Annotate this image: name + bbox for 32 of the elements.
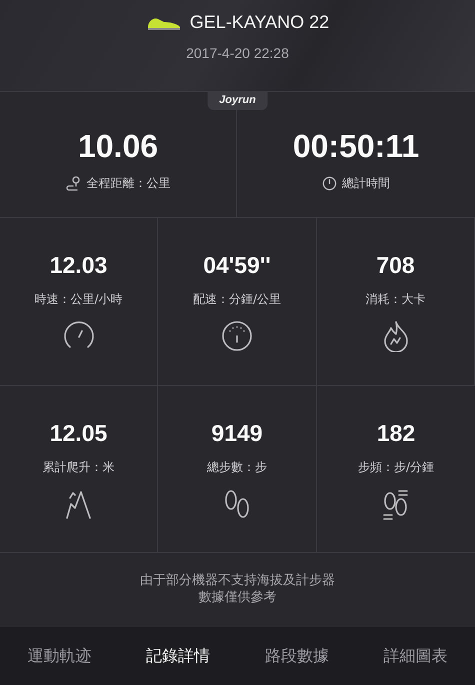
disclaimer-text: 由于部分機器不支持海拔及計步器 — [140, 573, 335, 590]
stat-label: 配速：分鍾/公里 — [192, 291, 282, 308]
stat-value: 04'59'' — [203, 252, 271, 279]
stat-label: 時速：公里/小時 — [34, 291, 123, 308]
stat-value: 00:50:11 — [292, 128, 420, 164]
tab[interactable]: 記錄詳情 — [118, 644, 238, 668]
tab[interactable]: 詳細圖表 — [356, 644, 475, 668]
stat-label: 步頻：步/分鍾 — [358, 459, 434, 476]
stat-label: 累計爬升：米 — [42, 459, 114, 476]
run-date: 2017-4-20 22:28 — [186, 45, 289, 61]
speedometer-icon — [62, 320, 96, 350]
stat-value: 9149 — [211, 420, 263, 447]
tab[interactable]: 路段數據 — [238, 644, 356, 668]
stat-value: 10.06 — [78, 128, 158, 164]
stat-value: 708 — [376, 252, 415, 279]
map-pin-icon — [66, 175, 82, 191]
stat-label: 總計時間 — [342, 174, 390, 192]
stat-label: 總步數：步 — [207, 459, 267, 476]
stat-value: 12.05 — [50, 420, 108, 447]
shoe-name: GEL-KAYANO 22 — [190, 12, 330, 33]
mountain-icon — [64, 488, 94, 520]
flame-icon — [382, 320, 410, 352]
gauge-icon — [221, 320, 253, 352]
stat-value: 182 — [376, 420, 416, 447]
brand-tag: Joyrun — [207, 92, 268, 110]
stat-value: 12.03 — [50, 252, 108, 279]
stat-label: 消耗：大卡 — [366, 291, 426, 308]
stat-label: 全程距離：公里 — [86, 174, 170, 192]
clock-icon — [322, 176, 337, 190]
footprints-icon — [222, 488, 252, 520]
disclaimer-text: 數據僅供參考 — [198, 590, 276, 607]
tab[interactable]: 運動軌迹 — [0, 644, 119, 668]
